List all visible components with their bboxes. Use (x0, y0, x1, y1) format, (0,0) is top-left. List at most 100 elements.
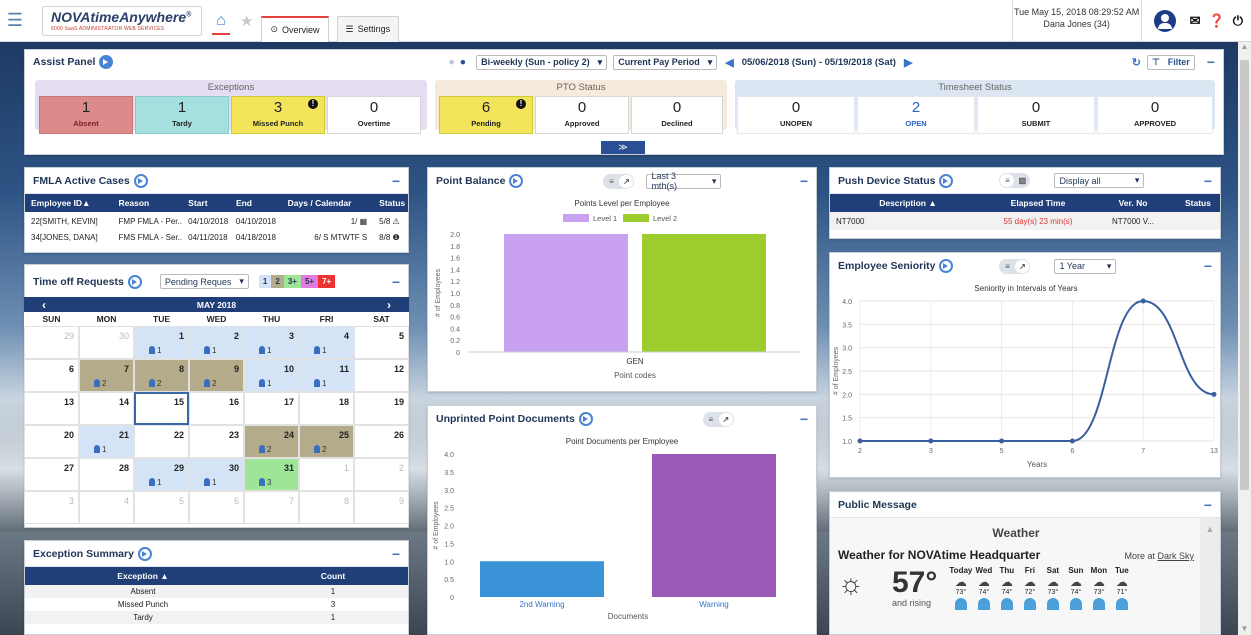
calendar-day[interactable]: 21 1 (79, 425, 134, 458)
table-row[interactable]: NT7000 55 day(s) 23 min(s) NT7000 V... (830, 212, 1220, 230)
calendar-day[interactable]: 17 (244, 392, 299, 425)
dark-sky-link[interactable]: Dark Sky (1157, 551, 1194, 561)
logo[interactable]: NOVAtimeAnywhere® 5000 SaaS ADMINISTRATO… (42, 5, 202, 36)
calendar-day[interactable]: 26 (354, 425, 409, 458)
calendar-day[interactable]: 21 (189, 326, 244, 359)
tab-overview[interactable]: ⊙ Overview (261, 15, 329, 42)
page-dot-1[interactable]: ● (448, 56, 454, 68)
exception-summary-nav-icon[interactable] (137, 546, 152, 561)
timeoff-nav-icon[interactable] (127, 274, 142, 289)
calendar-day[interactable]: 92 (189, 359, 244, 392)
point-balance-nav-icon[interactable] (509, 174, 524, 188)
timeoff-filter-select[interactable]: Pending Reques ▾ (159, 274, 249, 289)
view-toggle[interactable]: ≡ ▥ (999, 173, 1031, 188)
pto-pending[interactable]: ! 6 Pending (439, 96, 533, 134)
table-row[interactable]: Tardy 1 (25, 611, 408, 624)
assist-panel-info-icon[interactable] (99, 55, 114, 69)
calendar-day[interactable]: 23 (189, 425, 244, 458)
table-row[interactable]: 34[JONES, DANA] FMS FMLA - Ser... 04/11/20… (25, 231, 408, 244)
calendar-day[interactable]: 12 (354, 359, 409, 392)
pto-declined[interactable]: 0 Declined (631, 96, 723, 134)
user-avatar-icon[interactable] (1153, 10, 1176, 32)
calendar-day[interactable]: 28 (79, 458, 134, 491)
power-icon[interactable]: ⏻ (1233, 13, 1243, 29)
view-toggle[interactable]: ≡ ↗ (999, 258, 1031, 274)
unprinted-nav-icon[interactable] (578, 412, 593, 426)
prev-period-icon[interactable]: ◀ (725, 56, 733, 69)
calendar-day[interactable]: 6 (189, 491, 244, 524)
calendar-day[interactable]: 5 (354, 326, 409, 359)
display-select[interactable]: Display all ▾ (1054, 173, 1145, 188)
timesheet-unopen[interactable]: 0 UNOPEN (737, 96, 855, 134)
exception-missed-punch[interactable]: ! 3 Missed Punch (231, 96, 325, 134)
fmla-nav-icon[interactable] (133, 173, 148, 188)
calendar-day[interactable]: 10 1 (244, 359, 299, 392)
exception-absent[interactable]: 1 Absent (39, 96, 133, 134)
home-icon[interactable]: ⌂ (212, 7, 230, 35)
calendar-day[interactable]: 19 (354, 392, 409, 425)
calendar-day[interactable]: 24 2 (244, 425, 299, 458)
calendar-day[interactable]: 9 (354, 491, 409, 524)
collapse-icon[interactable]: − (392, 274, 400, 290)
timesheet-approved[interactable]: 0 APPROVED (1097, 96, 1213, 134)
seniority-range-select[interactable]: 1 Year ▾ (1054, 258, 1117, 274)
calendar-day[interactable]: 3 (24, 491, 79, 524)
calendar-day[interactable]: 27 (24, 458, 79, 491)
calendar-day[interactable]: 4 (79, 491, 134, 524)
calendar-day[interactable]: 14 (79, 392, 134, 425)
weather-scrollbar[interactable]: ▲ (1200, 518, 1220, 634)
calendar-day[interactable]: 8 (299, 491, 354, 524)
seniority-nav-icon[interactable] (939, 259, 954, 273)
calendar-day[interactable]: 15 (134, 392, 189, 425)
filter-button[interactable]: ⊤ Filter (1146, 54, 1195, 70)
page-scrollbar[interactable]: ▲ ▼ (1238, 42, 1251, 635)
table-row[interactable]: 22[SMITH, KEVIN] FMP FMLA - Per... 04/10/2… (25, 215, 408, 228)
calendar-day[interactable]: 31 3 (244, 458, 299, 491)
mail-icon[interactable]: ✉ (1190, 13, 1201, 29)
calendar-day[interactable]: 1 (299, 458, 354, 491)
calendar-day[interactable]: 29 1 (134, 458, 189, 491)
scrollbar-thumb[interactable] (1240, 60, 1249, 490)
policy-select[interactable]: Bi-weekly (Sun - policy 2) ▾ (476, 54, 608, 70)
calendar-day[interactable]: 11 (134, 326, 189, 359)
calendar-day[interactable]: 16 (189, 392, 244, 425)
collapse-icon[interactable]: − (1204, 173, 1212, 189)
calendar-day[interactable]: 29 (24, 326, 79, 359)
collapse-icon[interactable]: − (800, 411, 808, 427)
help-icon[interactable]: ❓ (1209, 13, 1225, 29)
exception-tardy[interactable]: 1 Tardy (135, 96, 229, 134)
timesheet-submit[interactable]: 0 SUBMIT (977, 96, 1095, 134)
calendar-day[interactable]: 22 (134, 425, 189, 458)
range-select[interactable]: Last 3 mth(s) ▾ (646, 171, 722, 191)
collapse-icon[interactable]: − (392, 173, 400, 189)
tab-settings[interactable]: ☰ Settings (336, 15, 400, 42)
calendar-day[interactable]: 72 (79, 359, 134, 392)
next-period-icon[interactable]: ▶ (904, 56, 912, 69)
pto-approved[interactable]: 0 Approved (535, 96, 629, 134)
calendar-day[interactable]: 82 (134, 359, 189, 392)
table-row[interactable]: Missed Punch 3 (25, 598, 408, 611)
menu-icon[interactable]: ☰ (0, 0, 30, 42)
calendar-day[interactable]: 5 (134, 491, 189, 524)
calendar-day[interactable]: 13 (24, 392, 79, 425)
calendar-day[interactable]: 41 (299, 326, 354, 359)
calendar-next-icon[interactable]: › (369, 298, 409, 312)
favorite-star-icon[interactable]: ★ (240, 12, 253, 30)
timesheet-open[interactable]: 2 OPEN (857, 96, 975, 134)
exception-overtime[interactable]: 0 Overtime (327, 96, 421, 134)
calendar-day[interactable]: 7 (244, 491, 299, 524)
collapse-icon[interactable]: − (1204, 497, 1212, 513)
calendar-day[interactable]: 11 1 (299, 359, 354, 392)
table-row[interactable]: Absent 1 (25, 585, 408, 598)
calendar-day[interactable]: 18 (299, 392, 354, 425)
calendar-day[interactable]: 6 (24, 359, 79, 392)
calendar-day[interactable]: 2 (354, 458, 409, 491)
page-dot-2[interactable]: ● (460, 56, 466, 68)
collapse-icon[interactable]: − (800, 173, 808, 189)
view-toggle[interactable]: ≡ ↗ (603, 173, 635, 189)
refresh-icon[interactable]: ↻ (1132, 56, 1141, 69)
calendar-prev-icon[interactable]: ‹ (24, 298, 64, 312)
calendar-day[interactable]: 30 1 (189, 458, 244, 491)
calendar-day[interactable]: 20 (24, 425, 79, 458)
push-nav-icon[interactable] (939, 173, 954, 188)
